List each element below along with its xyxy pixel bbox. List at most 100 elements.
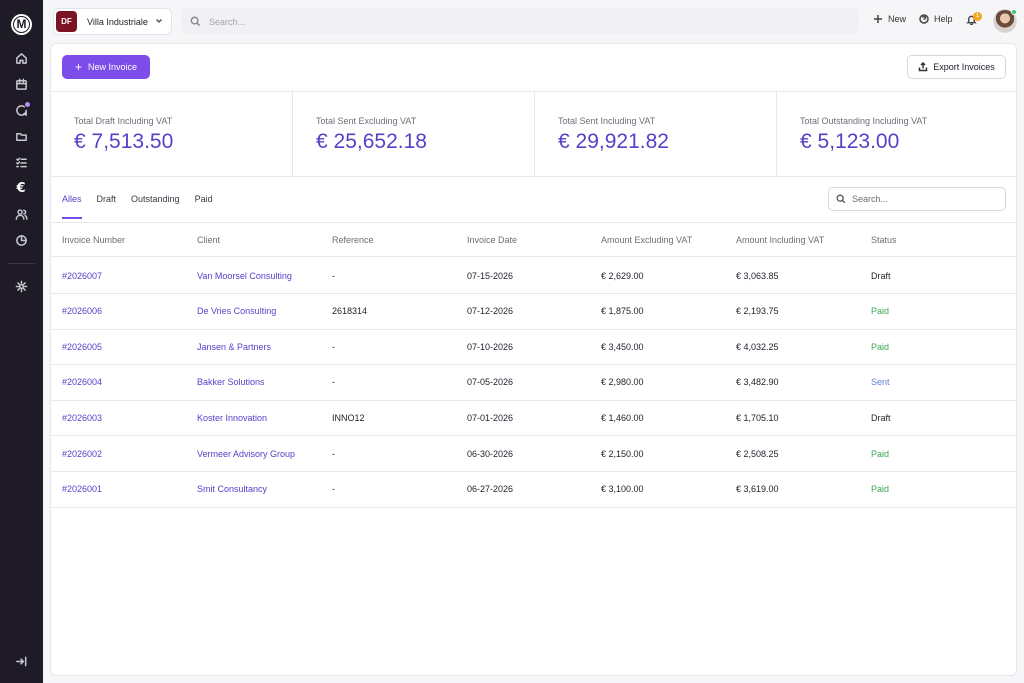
tab-alles[interactable]: Alles xyxy=(62,194,82,219)
table-row[interactable]: #2026005 Jansen & Partners - 07-10-2026 € 3,… xyxy=(51,329,1016,366)
stat-value: € 29,921.82 xyxy=(558,130,669,153)
stat-value: € 25,652.18 xyxy=(316,130,427,153)
reports-pie-icon[interactable] xyxy=(14,233,28,247)
column-header[interactable]: Amount Including VAT xyxy=(736,223,824,256)
invoice-number-link[interactable]: #2026004 xyxy=(62,365,102,400)
table-row[interactable]: #2026004 Bakker Solutions - 07-05-2026 € 2,9… xyxy=(51,365,1016,401)
amount-incl-cell: € 3,063.85 xyxy=(736,270,779,281)
help-button[interactable]: Help xyxy=(919,14,953,24)
invoice-date-cell: 07-15-2026 xyxy=(467,270,514,281)
new-button[interactable]: New xyxy=(873,14,906,24)
amount-excl-cell: € 3,100.00 xyxy=(601,484,644,495)
table-row[interactable]: #2026006 De Vries Consulting 2618314 07-12-… xyxy=(51,294,1016,330)
tab-outstanding[interactable]: Outstanding xyxy=(131,194,180,218)
reference-cell: - xyxy=(332,270,335,281)
company-name: Villa Industriale xyxy=(87,16,148,27)
logout-icon[interactable] xyxy=(14,654,28,668)
status-cell: Sent xyxy=(871,377,890,388)
invoice-date-cell: 06-30-2026 xyxy=(467,448,514,459)
company-selector[interactable]: DF Villa Industriale xyxy=(53,8,172,35)
amount-incl-cell: € 2,508.25 xyxy=(736,448,779,459)
invoice-date-cell: 07-01-2026 xyxy=(467,412,514,423)
invoice-number-link[interactable]: #2026001 xyxy=(62,472,102,507)
table-row[interactable]: #2026007 Van Moorsel Consulting - 07-15-202… xyxy=(51,258,1016,294)
status-cell: Paid xyxy=(871,448,890,459)
invoice-number-link[interactable]: #2026003 xyxy=(62,400,102,435)
export-invoices-button[interactable]: Export Invoices xyxy=(907,55,1006,79)
reference-cell: - xyxy=(332,484,335,495)
invoice-number-link[interactable]: #2026006 xyxy=(62,294,102,329)
calendar-icon[interactable] xyxy=(14,77,28,91)
client-link[interactable]: Smit Consultancy xyxy=(197,472,267,507)
app-logo[interactable]: M xyxy=(11,14,32,35)
stat-card-draft: Total Draft Including VAT € 7,513.50 xyxy=(51,92,293,176)
status-cell: Draft xyxy=(871,270,891,281)
amount-excl-cell: € 3,450.00 xyxy=(601,341,644,352)
reference-cell: - xyxy=(332,341,335,352)
stat-label: Total Sent Excluding VAT xyxy=(316,116,417,126)
table-row[interactable]: #2026002 Vermeer Advisory Group - 06-30-202… xyxy=(51,436,1016,472)
column-header[interactable]: Client xyxy=(197,223,220,256)
folder-icon[interactable] xyxy=(14,129,28,143)
table-row[interactable]: #2026001 Smit Consultancy - 06-27-2026 € 3,1… xyxy=(51,472,1016,508)
chat-notification-dot xyxy=(25,102,30,107)
invoice-number-link[interactable]: #2026007 xyxy=(62,258,102,293)
column-header[interactable]: Amount Excluding VAT xyxy=(601,223,692,256)
global-search-input[interactable] xyxy=(209,16,809,27)
stat-card-sent-excl: Total Sent Excluding VAT € 25,652.18 xyxy=(293,92,535,176)
column-header[interactable]: Status xyxy=(871,223,897,256)
invoice-number-link[interactable]: #2026005 xyxy=(62,329,102,364)
notification-count-badge: 1 xyxy=(973,12,982,21)
table-row[interactable]: #2026003 Koster Innovation INNO12 07-01-202… xyxy=(51,400,1016,437)
sidebar-divider xyxy=(8,263,35,264)
client-link[interactable]: Bakker Solutions xyxy=(197,365,265,400)
invoice-date-cell: 07-10-2026 xyxy=(467,341,514,352)
help-button-label: Help xyxy=(934,14,953,24)
tasks-icon[interactable] xyxy=(14,155,28,169)
client-link[interactable]: Jansen & Partners xyxy=(197,329,271,364)
home-icon[interactable] xyxy=(14,51,28,65)
new-invoice-label: New Invoice xyxy=(87,62,138,72)
filter-tabs: Alles Draft Outstanding Paid xyxy=(62,194,228,219)
invoice-number-link[interactable]: #2026002 xyxy=(62,436,102,471)
table-search xyxy=(828,187,1006,211)
reference-cell: 2618314 xyxy=(332,306,368,317)
table-header: Invoice Number Client Reference Invoice … xyxy=(51,222,1016,257)
new-button-label: New xyxy=(888,14,907,24)
search-icon xyxy=(190,16,201,27)
reference-cell: - xyxy=(332,377,335,388)
client-link[interactable]: Koster Innovation xyxy=(197,400,267,435)
amount-incl-cell: € 2,193.75 xyxy=(736,306,779,317)
status-cell: Paid xyxy=(871,306,890,317)
export-icon xyxy=(918,62,928,72)
search-icon xyxy=(836,194,846,204)
reference-cell: - xyxy=(332,448,335,459)
online-status-dot xyxy=(1011,9,1017,15)
chevron-down-icon xyxy=(155,17,163,25)
stat-card-sent-incl: Total Sent Including VAT € 29,921.82 xyxy=(535,92,777,176)
amount-excl-cell: € 2,150.00 xyxy=(601,448,644,459)
tab-draft[interactable]: Draft xyxy=(97,194,117,218)
tab-paid[interactable]: Paid xyxy=(195,194,213,218)
settings-gear-icon[interactable] xyxy=(14,279,28,293)
amount-incl-cell: € 1,705.10 xyxy=(736,412,779,423)
stat-label: Total Sent Including VAT xyxy=(558,116,656,126)
column-header[interactable]: Invoice Number xyxy=(62,223,125,256)
global-search xyxy=(181,8,859,35)
invoices-panel: + New Invoice Export Invoices Total Draf… xyxy=(50,43,1017,676)
chat-icon[interactable] xyxy=(14,102,30,117)
invoice-date-cell: 06-27-2026 xyxy=(467,484,514,495)
sidebar: M € xyxy=(0,0,43,683)
new-invoice-button[interactable]: + New Invoice xyxy=(62,55,150,79)
client-link[interactable]: De Vries Consulting xyxy=(197,294,276,329)
amount-excl-cell: € 2,980.00 xyxy=(601,377,644,388)
column-header[interactable]: Invoice Date xyxy=(467,223,517,256)
table-search-input[interactable] xyxy=(852,194,1002,204)
help-icon xyxy=(919,14,929,24)
column-header[interactable]: Reference xyxy=(332,223,374,256)
client-link[interactable]: Vermeer Advisory Group xyxy=(197,436,295,471)
invoices-euro-icon[interactable]: € xyxy=(14,181,28,196)
stats-row: Total Draft Including VAT € 7,513.50 Tot… xyxy=(51,91,1016,177)
users-icon[interactable] xyxy=(14,207,28,221)
client-link[interactable]: Van Moorsel Consulting xyxy=(197,258,292,293)
